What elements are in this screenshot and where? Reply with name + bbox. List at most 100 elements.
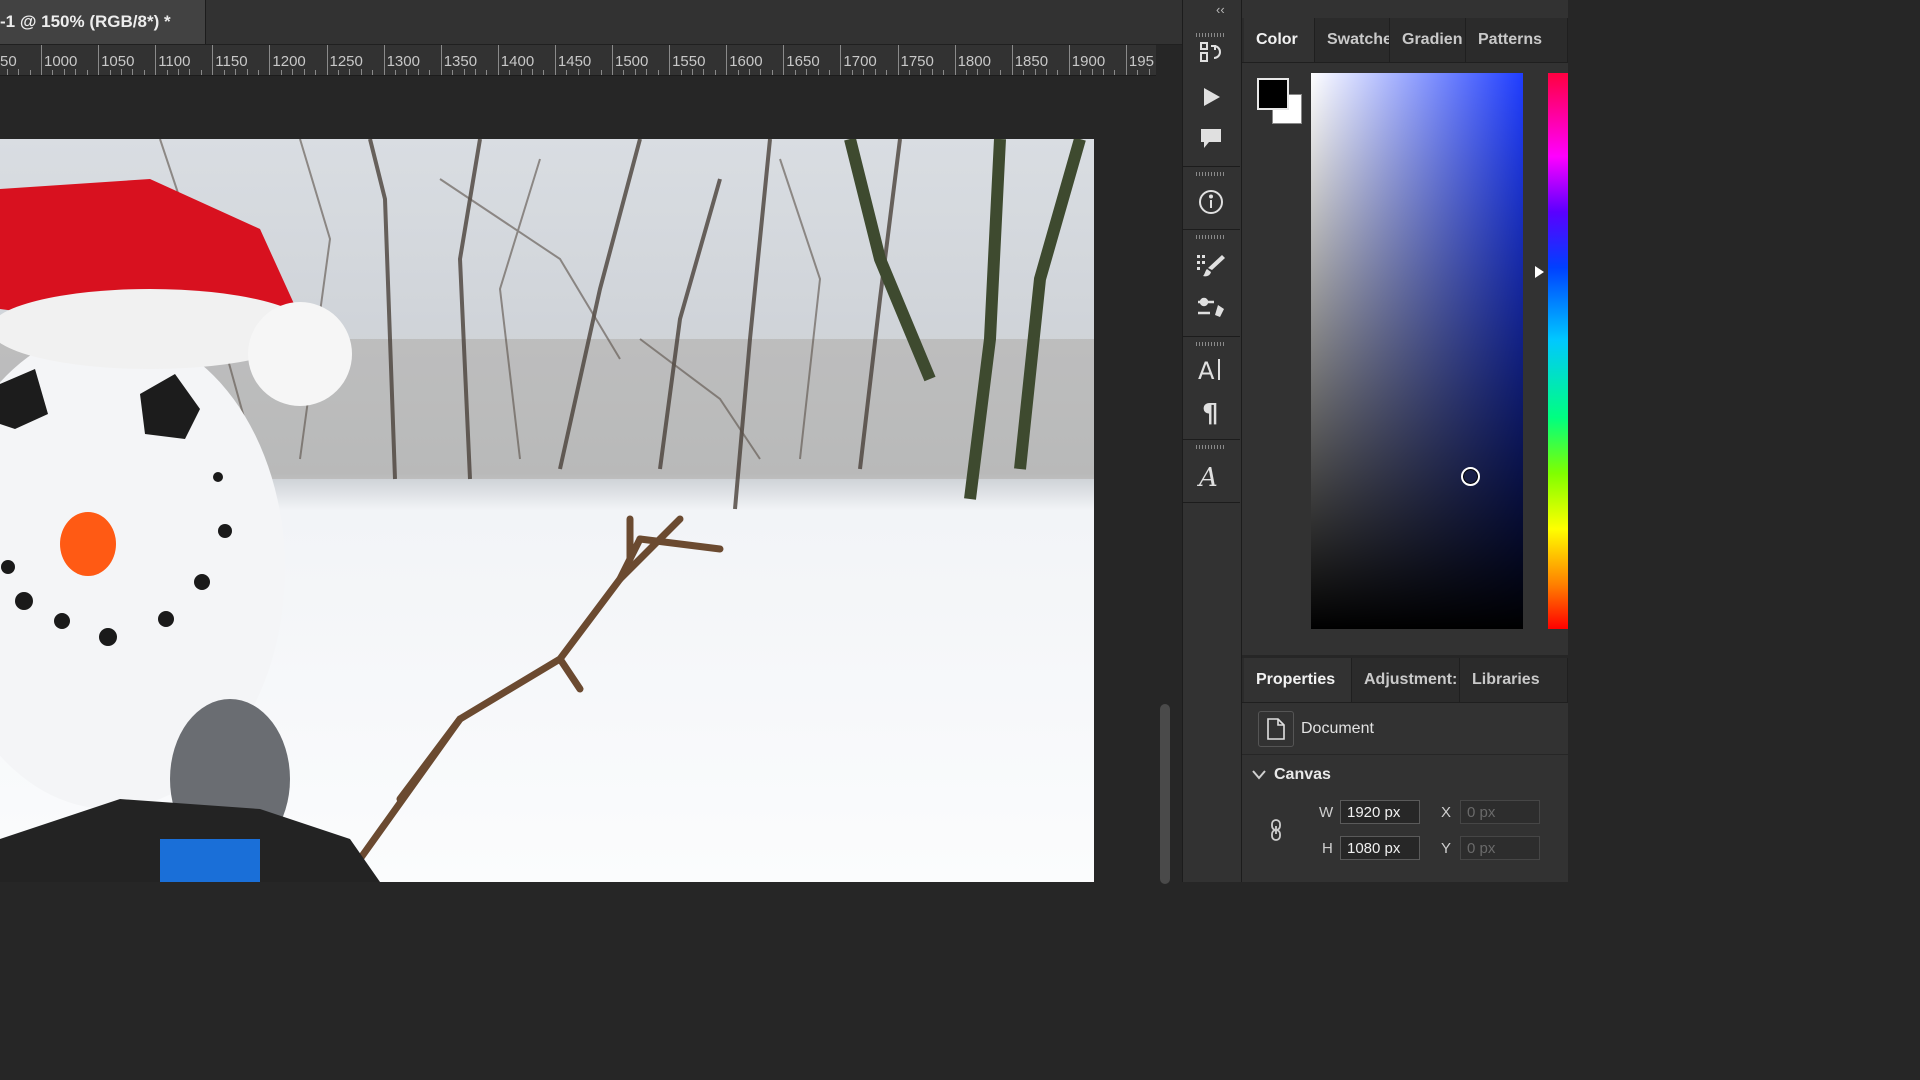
- y-field[interactable]: 0 px: [1460, 836, 1540, 860]
- ruler-label: 1900: [1071, 53, 1106, 70]
- tab-patterns[interactable]: Patterns: [1466, 18, 1568, 62]
- ruler-tick: [497, 45, 499, 75]
- color-saturation-field[interactable]: [1311, 73, 1523, 629]
- ruler-tick: [1125, 45, 1127, 75]
- ruler-tick: [691, 69, 693, 75]
- ruler-tick: [623, 70, 625, 75]
- comment-icon[interactable]: [1192, 121, 1230, 155]
- dock-separator: [1183, 229, 1240, 230]
- dock-grip[interactable]: [1196, 235, 1226, 239]
- ruler-tick: [178, 69, 180, 75]
- vertical-scrollbar[interactable]: [1156, 76, 1182, 884]
- ruler-tick: [1114, 70, 1116, 75]
- ruler-tick: [29, 70, 31, 75]
- ruler-tick: [988, 69, 990, 75]
- ruler-label: 1500: [615, 53, 649, 70]
- play-actions-icon[interactable]: [1192, 80, 1230, 114]
- tab-color[interactable]: Color: [1244, 18, 1315, 62]
- ruler-tick: [566, 70, 568, 75]
- color-picker-cursor[interactable]: [1461, 467, 1480, 486]
- horizontal-ruler[interactable]: 50 1000 1050 1100 1150 1200 1250 1300 1350 1400 14…: [0, 45, 1156, 76]
- tab-adjustments[interactable]: Adjustment:: [1352, 658, 1460, 702]
- tab-properties[interactable]: Properties: [1244, 658, 1352, 702]
- ruler-tick: [806, 69, 808, 75]
- height-field[interactable]: 1080 px: [1340, 836, 1420, 860]
- ruler-tick: [589, 69, 591, 75]
- ruler-tick: [612, 45, 613, 75]
- ruler-tick: [543, 70, 545, 75]
- ruler-tick: [840, 45, 842, 75]
- ruler-tick: [920, 69, 922, 75]
- dock-grip[interactable]: [1196, 172, 1226, 176]
- ruler-tick: [486, 70, 488, 75]
- collapse-panels-icon[interactable]: ‹‹: [1216, 2, 1225, 17]
- character-icon[interactable]: A: [1192, 352, 1230, 386]
- ruler-tick: [954, 45, 956, 75]
- ruler-label: 1750: [900, 53, 934, 70]
- ruler-tick: [372, 70, 374, 75]
- ruler-tick: [406, 69, 408, 75]
- foreground-color-swatch[interactable]: [1257, 78, 1289, 110]
- ruler-tick: [395, 70, 397, 75]
- ruler-tick: [440, 45, 442, 75]
- ruler-tick: [235, 69, 237, 75]
- hue-slider[interactable]: [1548, 73, 1568, 629]
- ruler-label: 1100: [158, 53, 191, 70]
- ruler-tick: [931, 69, 933, 75]
- ruler-tick: [600, 70, 602, 75]
- snowman-photo: [0, 139, 1094, 882]
- ruler-tick: [143, 70, 145, 75]
- link-proportions-icon[interactable]: [1268, 818, 1286, 849]
- ruler-tick: [155, 45, 157, 75]
- ruler-tick: [6, 69, 8, 75]
- glyphs-icon[interactable]: A: [1192, 458, 1230, 492]
- tab-gradients[interactable]: Gradien: [1390, 18, 1466, 62]
- properties-panel-tabs: Properties Adjustment: Libraries: [1242, 658, 1568, 703]
- x-label: X: [1441, 804, 1452, 821]
- ruler-label: 1550: [672, 53, 706, 70]
- ruler-label: 1000: [44, 53, 78, 70]
- dock-separator: [1183, 336, 1240, 337]
- panel-divider: [1242, 655, 1568, 658]
- ruler-tick: [863, 69, 865, 75]
- ruler-tick: [1057, 70, 1059, 75]
- ruler-label: 1150: [215, 53, 248, 70]
- canvas-section-header[interactable]: Canvas: [1252, 766, 1331, 784]
- document-image[interactable]: [0, 139, 1094, 882]
- ruler-tick: [189, 69, 191, 75]
- ruler-tick: [120, 69, 122, 75]
- document-tab[interactable]: -1 @ 150% (RGB/8*) *: [0, 0, 206, 44]
- brush-settings-icon[interactable]: [1192, 291, 1230, 325]
- ruler-label: 195: [1128, 53, 1154, 70]
- history-icon[interactable]: [1192, 36, 1230, 70]
- ruler-tick: [794, 70, 796, 75]
- ruler-tick: [303, 69, 305, 75]
- ruler-tick: [18, 69, 20, 75]
- width-field[interactable]: 1920 px: [1340, 800, 1420, 824]
- ruler-tick: [452, 70, 454, 75]
- ruler-tick: [212, 45, 214, 75]
- info-icon[interactable]: [1192, 185, 1230, 219]
- ruler-tick: [577, 69, 579, 75]
- ruler-tick: [783, 45, 785, 75]
- dock-separator: [1183, 502, 1240, 503]
- y-label: Y: [1441, 840, 1452, 857]
- x-field[interactable]: 0 px: [1460, 800, 1540, 824]
- dock-grip[interactable]: [1196, 342, 1226, 346]
- ruler-tick: [166, 70, 168, 75]
- ruler-tick: [246, 69, 248, 75]
- ruler-tick: [657, 70, 659, 75]
- ruler-tick: [532, 69, 534, 75]
- hue-slider-handle-icon[interactable]: [1535, 266, 1544, 278]
- tab-libraries[interactable]: Libraries: [1460, 658, 1568, 702]
- ruler-label: 1450: [557, 53, 592, 70]
- scrollbar-thumb[interactable]: [1160, 704, 1170, 884]
- dock-grip[interactable]: [1196, 445, 1226, 449]
- paragraph-icon[interactable]: ¶: [1192, 395, 1230, 429]
- ruler-tick: [132, 69, 134, 75]
- ruler-tick: [337, 70, 339, 75]
- ruler-tick: [817, 69, 819, 75]
- tab-swatches[interactable]: Swatche: [1315, 18, 1390, 62]
- brush-presets-icon[interactable]: [1192, 248, 1230, 282]
- canvas-label: Canvas: [1274, 766, 1331, 783]
